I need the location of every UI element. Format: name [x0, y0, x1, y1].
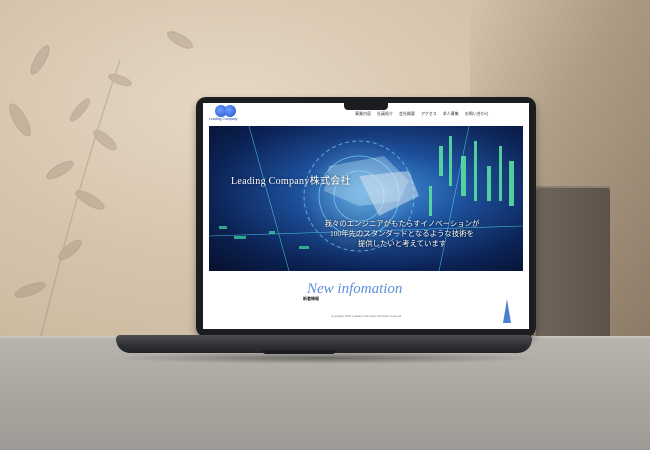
nav-item-contact[interactable]: お問い合わせ — [465, 111, 489, 117]
double-circle-logo[interactable]: Leading Company — [209, 105, 245, 123]
display-stand — [536, 188, 610, 346]
logo-circle-right — [224, 105, 236, 117]
hero-title: Leading Company株式会社 — [231, 176, 351, 187]
hero-line-1: 我々のエンジニアがもたらすイノベーションが — [324, 219, 480, 228]
nav-item-staff[interactable]: 社員紹介 — [377, 111, 393, 117]
hero-banner: Leading Company株式会社 我々のエンジニアがもたらすイノベーション… — [209, 126, 523, 271]
laptop-base-lip — [262, 350, 336, 354]
nav-item-access[interactable]: アクセス — [421, 111, 437, 117]
logo-text: Leading Company — [209, 117, 238, 121]
news-heading: New infomation — [307, 281, 403, 297]
news-subheading: 新着情報 — [303, 296, 319, 301]
nav-item-recruit[interactable]: 求人募集 — [443, 111, 459, 117]
hero-line-2: 100年先のスタンダードとなるような技術を — [330, 229, 474, 238]
hero-tech-graphic — [209, 126, 523, 271]
footer-copyright: Copyright 2022 Leading Company All right… — [331, 314, 403, 318]
camera-notch — [344, 101, 388, 110]
nav-item-business[interactable]: 事業内容 — [355, 111, 371, 117]
page-top-arrow-icon[interactable] — [503, 299, 511, 323]
laptop-screen: Leading Company 事業内容 社員紹介 会社概要 アクセス 求人募集… — [203, 103, 529, 329]
nav-item-company[interactable]: 会社概要 — [399, 111, 415, 117]
hero-line-3: 提供したいと考えています — [357, 239, 447, 248]
main-nav: 事業内容 社員紹介 会社概要 アクセス 求人募集 お問い合わせ — [355, 111, 489, 117]
hero-message: 我々のエンジニアがもたらすイノベーションが 100年先のスタンダードとなるような… — [209, 219, 523, 249]
